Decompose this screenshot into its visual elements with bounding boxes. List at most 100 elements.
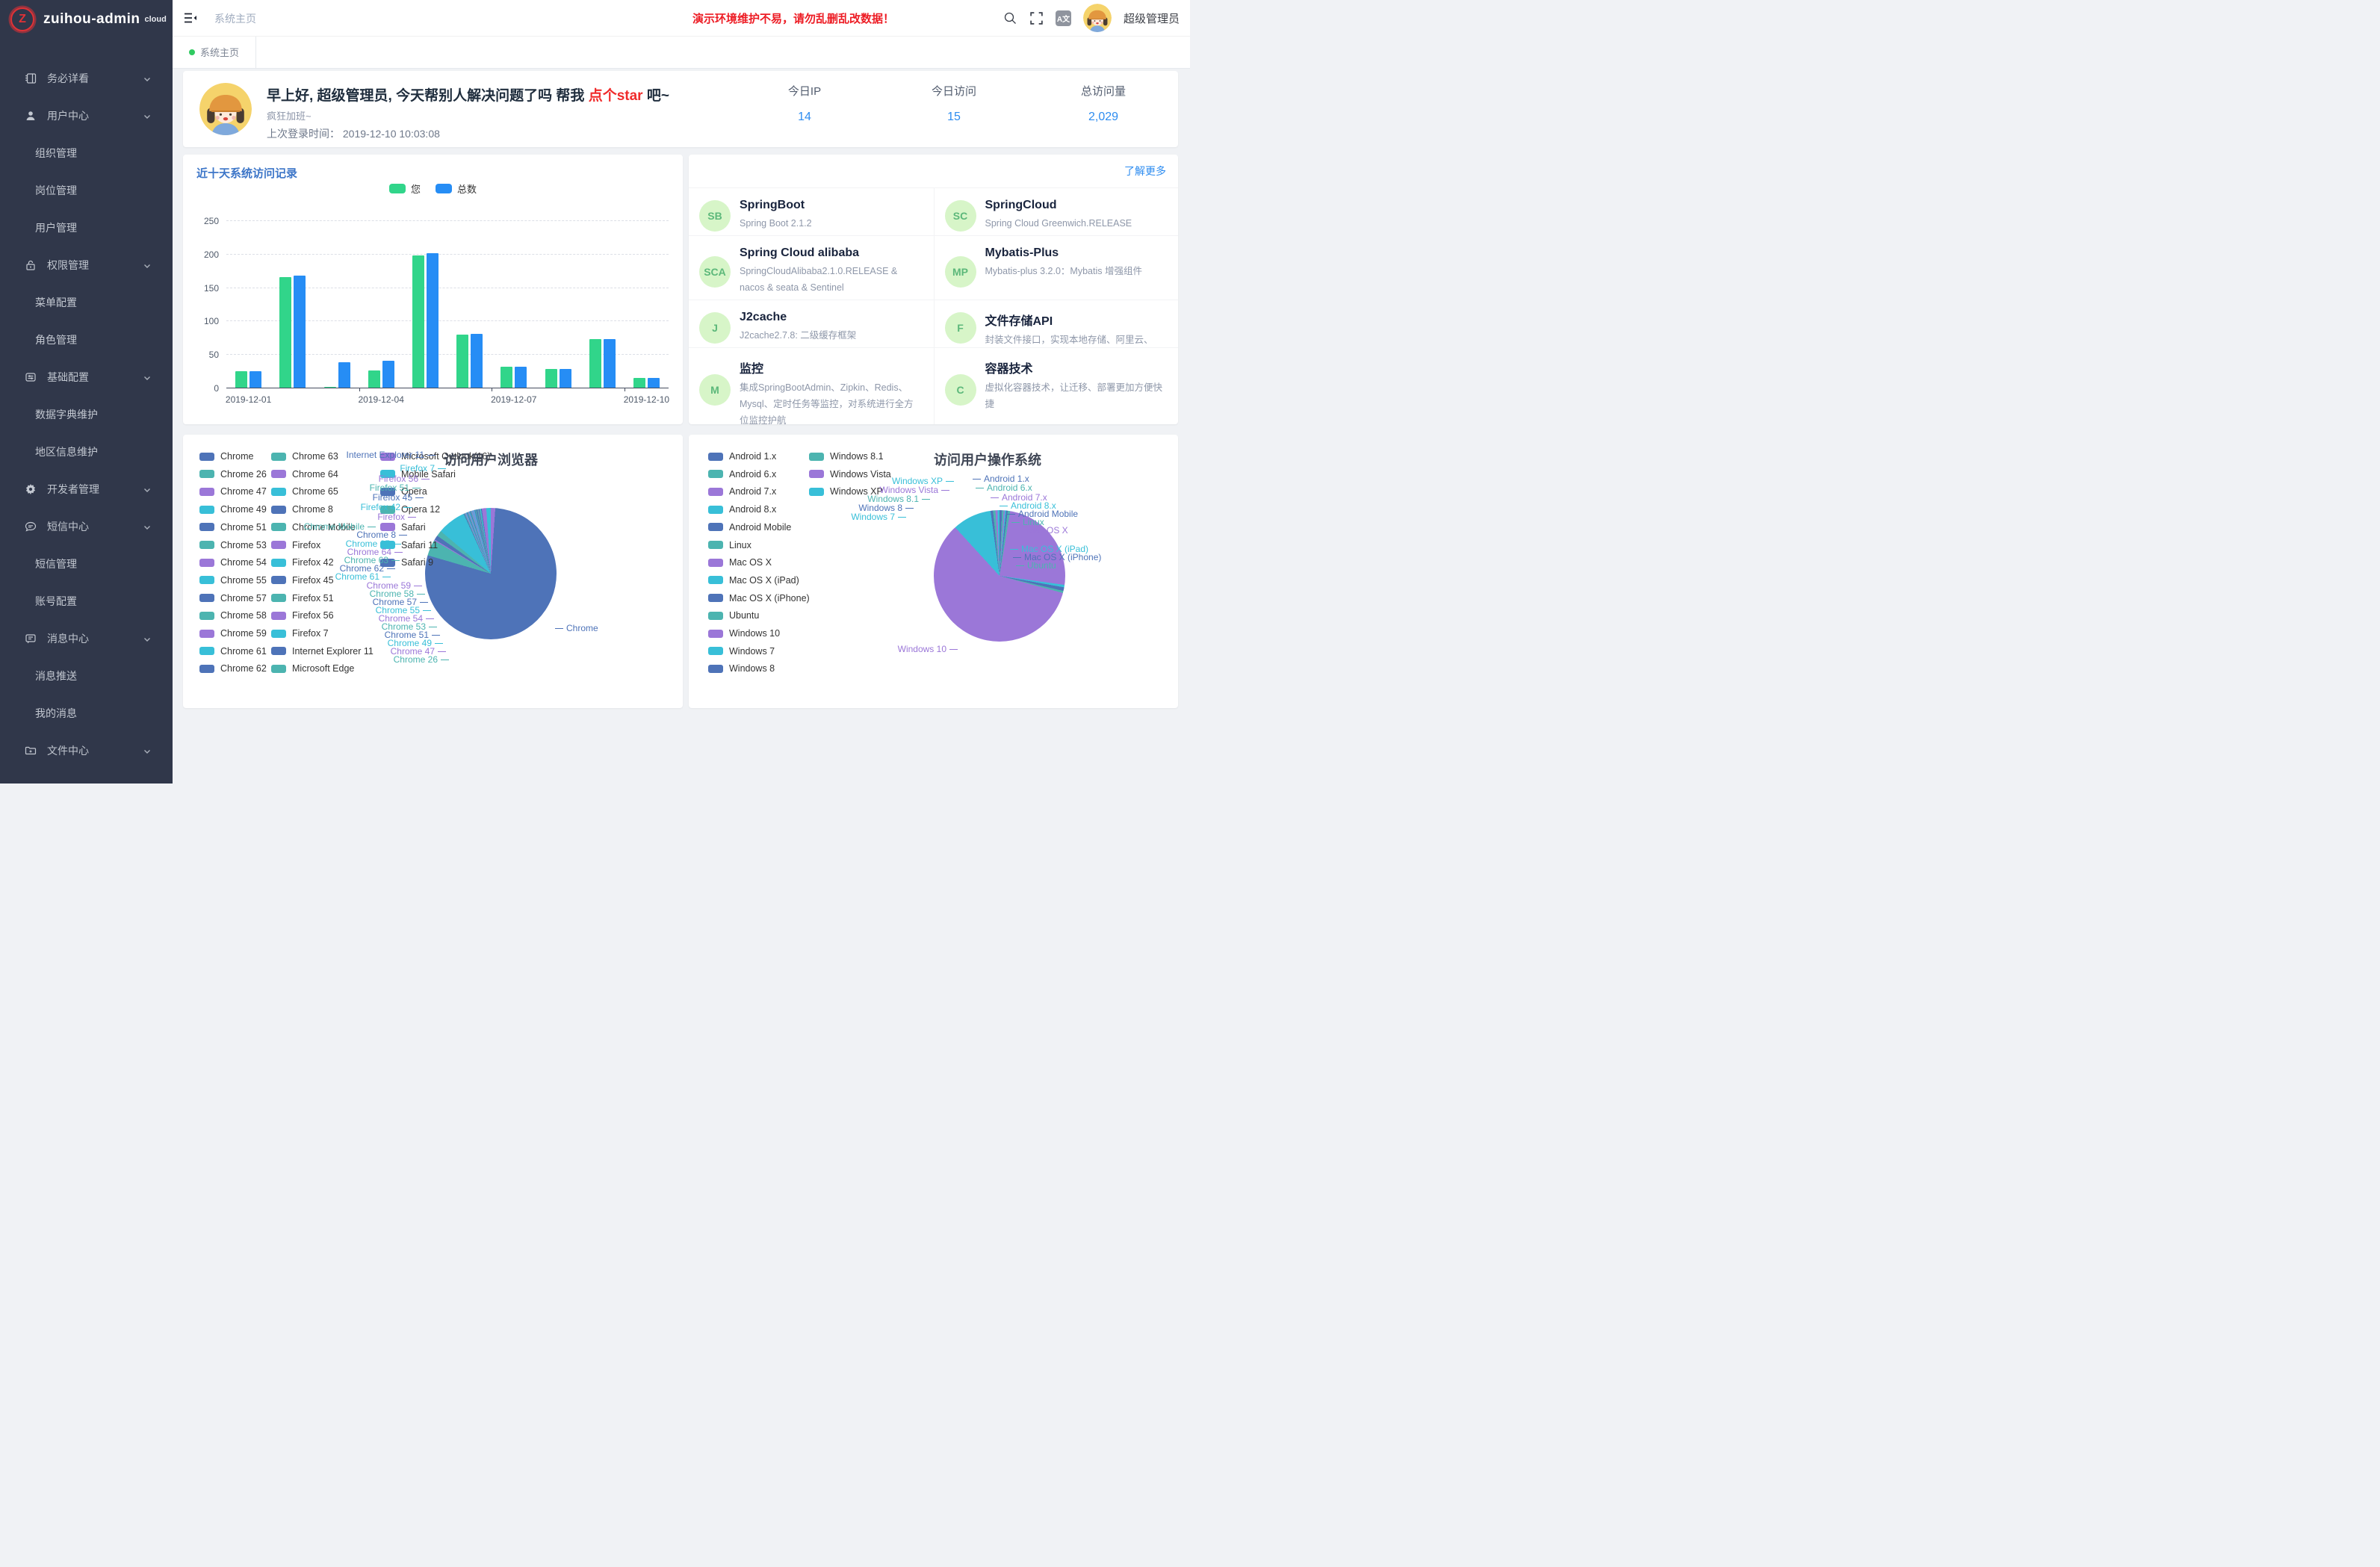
sidebar-item-10[interactable]: 地区信息维护	[0, 433, 173, 471]
pie-legend-Linux[interactable]: Linux	[708, 540, 752, 550]
pie-legend-Chrome 26[interactable]: Chrome 26	[199, 469, 267, 480]
pie-legend-Android 7.x[interactable]: Android 7.x	[708, 486, 776, 497]
bar-总数-2019-12-03	[338, 362, 350, 388]
pie-callout-Firefox 45: Firefox 45	[373, 492, 424, 503]
sidebar-group-1[interactable]: 用户中心	[0, 97, 173, 134]
gridline	[226, 320, 669, 321]
sidebar-item-2[interactable]: 组织管理	[0, 134, 173, 172]
learn-more-link[interactable]: 了解更多	[1124, 164, 1166, 179]
legend-label: Mac OS X (iPhone)	[729, 593, 810, 603]
bar-legend-您[interactable]: 您	[389, 181, 421, 196]
pie-legend-Windows Vista[interactable]: Windows Vista	[809, 469, 891, 480]
pie-legend-Chrome 54[interactable]: Chrome 54	[199, 557, 267, 568]
pie-legend-Chrome 59[interactable]: Chrome 59	[199, 628, 267, 639]
sidebar-item-16[interactable]: 消息推送	[0, 657, 173, 695]
tab-system-home[interactable]: 系统主页	[173, 36, 256, 68]
breadcrumb: 系统主页	[214, 11, 256, 26]
sidebar-item-14[interactable]: 账号配置	[0, 583, 173, 620]
sidebar-group-11[interactable]: 开发者管理	[0, 471, 173, 508]
sidebar-group-18[interactable]: 文件中心	[0, 732, 173, 769]
pie-legend-Windows 8.1[interactable]: Windows 8.1	[809, 451, 884, 462]
pie-legend-Internet Explorer 11[interactable]: Internet Explorer 11	[271, 646, 374, 657]
sidebar-item-9[interactable]: 数据字典维护	[0, 396, 173, 433]
star-link[interactable]: 点个star	[589, 88, 643, 104]
sidebar-item-17[interactable]: 我的消息	[0, 695, 173, 732]
pie-legend-Firefox 51[interactable]: Firefox 51	[271, 593, 334, 603]
legend-swatch	[271, 594, 286, 602]
pie-legend-Chrome 8[interactable]: Chrome 8	[271, 504, 333, 515]
bar-总数-2019-12-05	[427, 253, 438, 388]
bar-您-2019-12-07	[501, 367, 512, 388]
pie-legend-Chrome 55[interactable]: Chrome 55	[199, 575, 267, 586]
tech-title: 容器技术	[985, 359, 1167, 376]
app-logo[interactable]: Z zuihou-admin cloud	[0, 0, 173, 39]
pie-legend-Ubuntu[interactable]: Ubuntu	[708, 610, 759, 621]
pie-legend-Chrome 51[interactable]: Chrome 51	[199, 522, 267, 533]
pie-legend-Windows 10[interactable]: Windows 10	[708, 628, 780, 639]
pie-legend-Chrome 49[interactable]: Chrome 49	[199, 504, 267, 515]
sidebar-menu: 务必详看用户中心组织管理岗位管理用户管理权限管理菜单配置角色管理基础配置数据字典…	[0, 39, 173, 769]
pie-legend-Firefox 7[interactable]: Firefox 7	[271, 628, 329, 639]
pie-legend-Chrome 62[interactable]: Chrome 62	[199, 663, 267, 674]
sidebar-item-label: 我的消息	[35, 706, 77, 721]
search-icon[interactable]	[1003, 11, 1017, 25]
sidebar-item-4[interactable]: 用户管理	[0, 209, 173, 246]
stat-2: 总访问量2,029	[1029, 83, 1178, 124]
sidebar-group-5[interactable]: 权限管理	[0, 246, 173, 284]
fullscreen-icon[interactable]	[1029, 11, 1044, 25]
legend-label: Firefox 42	[292, 557, 334, 568]
menu-fold-icon[interactable]	[183, 10, 198, 25]
pie-legend-Windows 8[interactable]: Windows 8	[708, 663, 775, 674]
legend-label: Windows 8	[729, 663, 775, 674]
sidebar-group-0[interactable]: 务必详看	[0, 60, 173, 97]
legend-swatch	[708, 576, 723, 584]
pie-legend-Mac OS X (iPad)[interactable]: Mac OS X (iPad)	[708, 575, 799, 586]
pie-legend-Android Mobile[interactable]: Android Mobile	[708, 522, 791, 533]
pie-legend-Android 8.x[interactable]: Android 8.x	[708, 504, 776, 515]
pie-legend-Chrome 65[interactable]: Chrome 65	[271, 486, 338, 497]
legend-label: Windows 7	[729, 646, 775, 657]
bar-您-2019-12-03	[324, 387, 336, 388]
pie-legend-Chrome 47[interactable]: Chrome 47	[199, 486, 267, 497]
pie-legend-Microsoft Edge[interactable]: Microsoft Edge	[271, 663, 354, 674]
legend-label: Chrome 63	[292, 451, 338, 462]
pie-legend-Mac OS X (iPhone)[interactable]: Mac OS X (iPhone)	[708, 593, 810, 603]
sidebar-item-3[interactable]: 岗位管理	[0, 172, 173, 209]
pie-legend-Chrome 57[interactable]: Chrome 57	[199, 593, 267, 603]
pie-legend-Firefox[interactable]: Firefox	[271, 540, 320, 550]
pie-legend-Chrome 63[interactable]: Chrome 63	[271, 451, 338, 462]
sidebar-group-15[interactable]: 消息中心	[0, 620, 173, 657]
pie-legend-Chrome 58[interactable]: Chrome 58	[199, 610, 267, 621]
legend-swatch	[199, 488, 214, 496]
pie-legend-Android 1.x[interactable]: Android 1.x	[708, 451, 776, 462]
pie-legend-Firefox 56[interactable]: Firefox 56	[271, 610, 334, 621]
sidebar-item-label: 用户管理	[35, 220, 77, 235]
sidebar-item-6[interactable]: 菜单配置	[0, 284, 173, 321]
sidebar-group-8[interactable]: 基础配置	[0, 359, 173, 396]
browser-pie[interactable]	[425, 508, 557, 639]
pie-legend-Firefox 42[interactable]: Firefox 42	[271, 557, 334, 568]
last-login: 上次登录时间： 2019-12-10 10:03:08	[267, 126, 440, 141]
legend-label: Chrome 64	[292, 469, 338, 480]
pie-legend-Windows 7[interactable]: Windows 7	[708, 646, 775, 657]
pie-legend-Chrome 64[interactable]: Chrome 64	[271, 469, 338, 480]
sidebar-item-13[interactable]: 短信管理	[0, 545, 173, 583]
pie-legend-Chrome 53[interactable]: Chrome 53	[199, 540, 267, 550]
sidebar-group-12[interactable]: 短信中心	[0, 508, 173, 545]
chevron-down-icon	[143, 746, 152, 755]
legend-label: Firefox 45	[292, 575, 334, 586]
current-user-name[interactable]: 超级管理员	[1124, 10, 1180, 26]
pie-legend-Chrome[interactable]: Chrome	[199, 451, 253, 462]
pie-legend-Chrome 61[interactable]: Chrome 61	[199, 646, 267, 657]
pie-legend-Mac OS X[interactable]: Mac OS X	[708, 557, 772, 568]
pie-legend-Android 6.x[interactable]: Android 6.x	[708, 469, 776, 480]
pie-legend-Firefox 45[interactable]: Firefox 45	[271, 575, 334, 586]
sidebar-item-7[interactable]: 角色管理	[0, 321, 173, 359]
legend-swatch	[389, 184, 406, 193]
bar-legend-总数[interactable]: 总数	[436, 181, 477, 196]
legend-label: Mac OS X (iPad)	[729, 575, 799, 586]
avatar[interactable]	[1083, 4, 1112, 32]
app-title: zuihou-admin	[43, 11, 140, 28]
pie-callout-Firefox 42: Firefox 42	[361, 502, 412, 512]
language-icon[interactable]: A文	[1056, 10, 1071, 26]
